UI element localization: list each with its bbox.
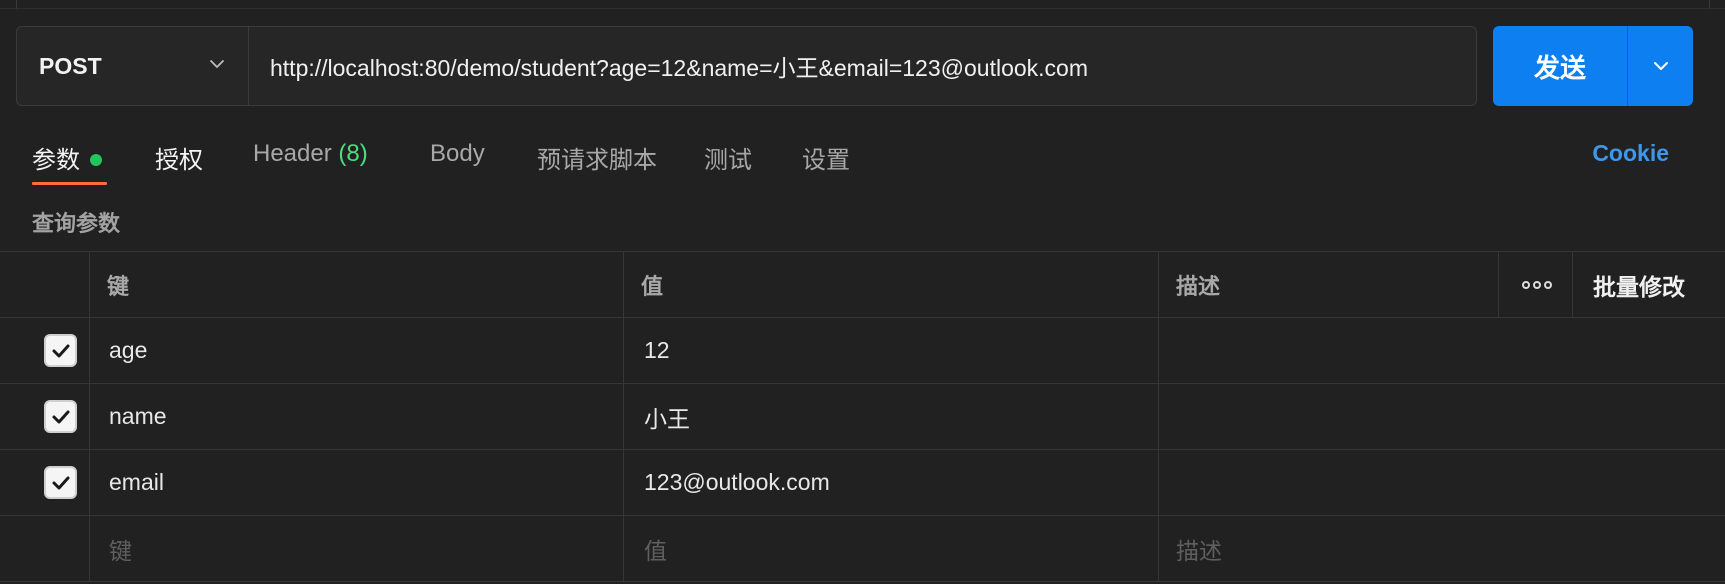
param-value[interactable]: 123@outlook.com — [644, 450, 830, 515]
params-table: 键 值 描述 批量修改 age 12 name 小王 email 123@out… — [0, 251, 1725, 584]
param-description[interactable] — [1176, 318, 1716, 383]
header-key: 键 — [107, 273, 130, 299]
row-checkbox[interactable] — [44, 384, 77, 449]
tab-header-label: Header — [253, 140, 332, 167]
chevron-down-icon — [210, 60, 224, 68]
param-value[interactable]: 12 — [644, 318, 670, 383]
cookie-link[interactable]: Cookie — [1592, 140, 1669, 167]
param-key[interactable]: age — [109, 318, 147, 383]
header-description: 描述 — [1176, 273, 1221, 299]
send-button-group: 发送 — [1493, 26, 1693, 106]
top-divider — [0, 0, 1725, 9]
tab-tests[interactable]: 测试 — [704, 140, 752, 175]
tab-params-label: 参数 — [32, 147, 80, 174]
check-icon — [52, 344, 69, 357]
param-key[interactable]: name — [109, 384, 167, 449]
param-description[interactable] — [1176, 450, 1716, 515]
request-bar: POST — [16, 26, 1477, 106]
bulk-edit-button[interactable]: 批量修改 — [1593, 252, 1685, 317]
table-row: age 12 — [0, 318, 1725, 384]
param-key[interactable]: email — [109, 450, 164, 515]
request-editor: POST 发送 参数 授权 Header (8) Body 预请求脚本 测试 设… — [0, 0, 1725, 584]
more-options-button[interactable] — [1522, 252, 1552, 317]
url-input[interactable] — [249, 27, 1476, 105]
tab-params[interactable]: 参数 — [32, 140, 102, 175]
table-row: name 小王 — [0, 384, 1725, 450]
checkbox-checked — [44, 466, 77, 499]
param-description[interactable] — [1176, 384, 1716, 449]
send-button[interactable]: 发送 — [1493, 26, 1628, 106]
more-icon — [1522, 280, 1552, 289]
method-select[interactable]: POST — [17, 27, 249, 105]
active-tab-indicator — [32, 182, 107, 185]
tab-settings[interactable]: 设置 — [802, 140, 850, 175]
check-icon — [52, 410, 69, 423]
row-checkbox[interactable] — [44, 450, 77, 515]
chevron-down-icon — [1653, 62, 1668, 70]
new-description-input[interactable]: 描述 — [1176, 516, 1222, 581]
section-title: 查询参数 — [32, 211, 121, 236]
new-key-input[interactable]: 键 — [109, 516, 132, 581]
header-count-badge: (8) — [338, 140, 368, 167]
header-value: 值 — [641, 273, 664, 299]
tab-auth[interactable]: 授权 — [155, 140, 203, 175]
param-value[interactable]: 小王 — [644, 384, 690, 449]
check-icon — [52, 476, 69, 489]
tab-body[interactable]: Body — [430, 140, 485, 168]
tab-header[interactable]: Header (8) — [253, 140, 368, 168]
tab-prerequest-script[interactable]: 预请求脚本 — [537, 140, 657, 175]
request-tabs: 参数 授权 Header (8) Body 预请求脚本 测试 设置 Cookie — [0, 128, 1725, 188]
send-options-button[interactable] — [1628, 26, 1693, 106]
table-row: email 123@outlook.com — [0, 450, 1725, 516]
checkbox-checked — [44, 334, 77, 367]
table-header-row: 键 值 描述 批量修改 — [0, 252, 1725, 318]
new-param-row: 键 值 描述 — [0, 516, 1725, 582]
method-label: POST — [39, 52, 102, 79]
row-checkbox[interactable] — [44, 318, 77, 383]
checkbox-checked — [44, 400, 77, 433]
params-active-dot — [90, 153, 102, 166]
new-value-input[interactable]: 值 — [644, 516, 667, 581]
